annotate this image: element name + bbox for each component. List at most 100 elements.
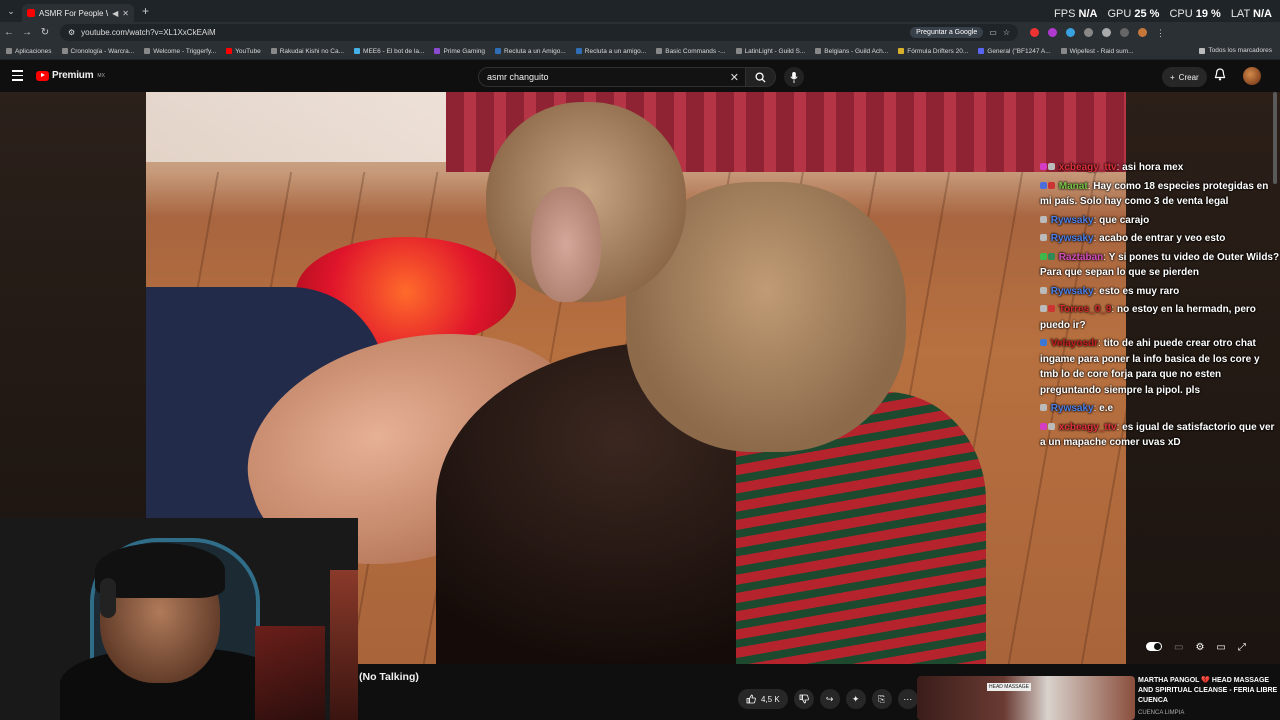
- voice-search-button[interactable]: [784, 67, 804, 87]
- folder-icon: [1199, 47, 1206, 54]
- youtube-play-icon: [36, 70, 49, 81]
- subtitles-icon[interactable]: ▭: [1174, 642, 1183, 653]
- menu-dots-icon[interactable]: ⋮: [1156, 28, 1165, 38]
- new-tab-button[interactable]: +: [142, 4, 149, 18]
- back-icon[interactable]: ←: [0, 27, 18, 38]
- player-controls: ▭ ⚙ ▭ ⤢: [1146, 642, 1246, 653]
- bookmark-item[interactable]: Wipefest - Raid sum...: [1060, 48, 1134, 55]
- like-button[interactable]: 4,5 K: [738, 689, 788, 709]
- reading-list-icon[interactable]: [1120, 28, 1129, 37]
- reload-icon[interactable]: ↻: [36, 27, 54, 38]
- bookmark-item[interactable]: Fórmula Drifters 20...: [898, 48, 968, 55]
- share-button[interactable]: ↪: [819, 689, 840, 709]
- chat-badge-icon: [1048, 305, 1055, 312]
- bookmark-item[interactable]: MEE6 - El bot de la...: [354, 48, 424, 55]
- extensions-puzzle-icon[interactable]: [1102, 28, 1111, 37]
- bookmark-item[interactable]: Recluta a un amigo...: [575, 48, 646, 55]
- extension-icon[interactable]: [1030, 28, 1039, 37]
- chat-text: e.e: [1099, 403, 1114, 414]
- audio-icon[interactable]: ◀: [112, 9, 118, 18]
- video-actions: 4,5 K ↪ ✦ ⎘ ⋯: [738, 689, 918, 709]
- bookmark-favicon-icon: [1060, 48, 1067, 54]
- bookmark-item[interactable]: Recluta a un Amigo...: [495, 48, 566, 55]
- ask-ai-button[interactable]: ✦: [845, 689, 866, 709]
- recommended-channel: CUENCA LIMPIA: [1138, 710, 1185, 716]
- forward-icon[interactable]: →: [18, 27, 36, 38]
- more-actions-button[interactable]: ⋯: [897, 689, 918, 709]
- bookmark-item[interactable]: Prime Gaming: [434, 48, 485, 55]
- bookmark-favicon-icon: [270, 48, 277, 54]
- bookmark-item[interactable]: Belgians - Guild Ach...: [815, 48, 888, 55]
- url-text: youtube.com/watch?v=XL1XxCkEAiM: [81, 28, 216, 37]
- chat-badge-icon: [1048, 163, 1055, 170]
- microphone-icon: [790, 71, 798, 83]
- webcam-poster: [255, 626, 325, 720]
- chat-badge-icon: [1040, 422, 1047, 430]
- stat-fps: FPS N/A: [1054, 8, 1098, 20]
- bookmark-item[interactable]: Cronología - Warcra...: [61, 48, 134, 55]
- chat-text: que carajo: [1099, 214, 1150, 226]
- search-input[interactable]: asmr changuito ✕: [478, 67, 746, 87]
- search-button[interactable]: [746, 67, 776, 87]
- apps-icon: [6, 48, 12, 54]
- chat-username: Raztaban: [1058, 251, 1104, 263]
- bookmark-item[interactable]: Aplicaciones: [6, 48, 52, 55]
- site-info-icon[interactable]: ⚙: [68, 28, 75, 37]
- chat-badge-icon: [1048, 422, 1055, 430]
- extension-icon[interactable]: [1066, 28, 1075, 37]
- chat-username: Rywsaky: [1050, 214, 1094, 226]
- settings-gear-icon[interactable]: ⚙: [1195, 642, 1204, 653]
- tab-title: ASMR For People Who NE: [39, 8, 108, 18]
- bookmark-item[interactable]: Welcome - Triggerfy...: [144, 48, 216, 55]
- bookmark-favicon-icon: [656, 48, 663, 54]
- bookmark-item[interactable]: Rakudai Kishi no Ca...: [270, 48, 344, 55]
- chat-badge-icon: [1040, 339, 1047, 346]
- stat-cpu: CPU 19 %: [1169, 8, 1221, 20]
- webcam-headset: [100, 578, 116, 618]
- chat-message: Raztaban: Y si pones tu video de Outer W…: [1040, 251, 1280, 278]
- cast-icon[interactable]: ▭: [989, 28, 997, 37]
- bookmark-item[interactable]: Basic Commands -...: [656, 48, 726, 55]
- chat-badge-icon: [1040, 181, 1047, 189]
- ask-google-button[interactable]: Preguntar a Google: [910, 27, 984, 38]
- bookmark-item[interactable]: LatinLight - Guild S...: [735, 48, 805, 55]
- chat-message: Velayosdr: tito de ahi puede crear otro …: [1040, 338, 1260, 396]
- all-bookmarks-folder[interactable]: Todos los marcadores: [1199, 47, 1272, 54]
- account-avatar[interactable]: [1243, 67, 1261, 85]
- autoplay-toggle[interactable]: [1146, 642, 1162, 651]
- extension-icon[interactable]: [1048, 28, 1057, 37]
- extension-icon[interactable]: [1084, 28, 1093, 37]
- notifications-button[interactable]: [1214, 68, 1226, 86]
- bookmark-item[interactable]: YouTube: [226, 48, 261, 55]
- bookmark-item[interactable]: General ("BF1247 A...: [978, 48, 1051, 55]
- save-button[interactable]: ⎘: [871, 689, 892, 709]
- browser-tab-active[interactable]: ASMR For People Who NE ◀ ✕: [22, 4, 134, 22]
- bookmarks-bar: Aplicaciones Cronología - Warcra... Welc…: [0, 43, 1280, 60]
- recommended-video-info[interactable]: MARTHA PANGOL 💔 HEAD MASSAGE AND SPIRITU…: [1138, 676, 1278, 718]
- chat-username: Torres_0_9: [1058, 304, 1112, 315]
- search-input-value: asmr changuito: [487, 72, 549, 82]
- browser-toolbar: ← → ↻ ⚙ youtube.com/watch?v=XL1XxCkEAiM …: [0, 22, 1280, 43]
- bookmark-favicon-icon: [495, 48, 501, 54]
- chat-message: Torres_0_9: no estoy en la hermadn, pero…: [1040, 304, 1256, 331]
- chat-badge-icon: [1040, 252, 1047, 260]
- create-button[interactable]: + Crear: [1162, 67, 1207, 87]
- clear-search-icon[interactable]: ✕: [730, 71, 739, 84]
- page-scrollbar[interactable]: [1273, 92, 1277, 184]
- dislike-button[interactable]: [793, 689, 814, 709]
- theater-mode-icon[interactable]: ▭: [1216, 642, 1225, 653]
- youtube-premium-logo[interactable]: Premium MX: [36, 70, 105, 81]
- profile-avatar-icon[interactable]: [1138, 28, 1147, 37]
- menu-hamburger-icon[interactable]: [12, 70, 23, 84]
- youtube-favicon-icon: [27, 9, 35, 17]
- tab-close-icon[interactable]: ✕: [122, 9, 129, 18]
- fullscreen-icon[interactable]: ⤢: [1238, 642, 1246, 653]
- recommended-video-thumbnail[interactable]: HEAD MASSAGE: [917, 676, 1135, 720]
- chat-message: Rywsaky: acabo de entrar y veo esto: [1040, 231, 1280, 247]
- chat-badge-icon: [1048, 181, 1055, 189]
- chat-badge-icon: [1040, 305, 1047, 312]
- tab-search-icon[interactable]: ⌄: [0, 0, 22, 22]
- bookmark-star-icon[interactable]: ☆: [1003, 28, 1010, 37]
- bookmark-favicon-icon: [61, 48, 68, 54]
- address-bar[interactable]: ⚙ youtube.com/watch?v=XL1XxCkEAiM Pregun…: [60, 24, 1018, 41]
